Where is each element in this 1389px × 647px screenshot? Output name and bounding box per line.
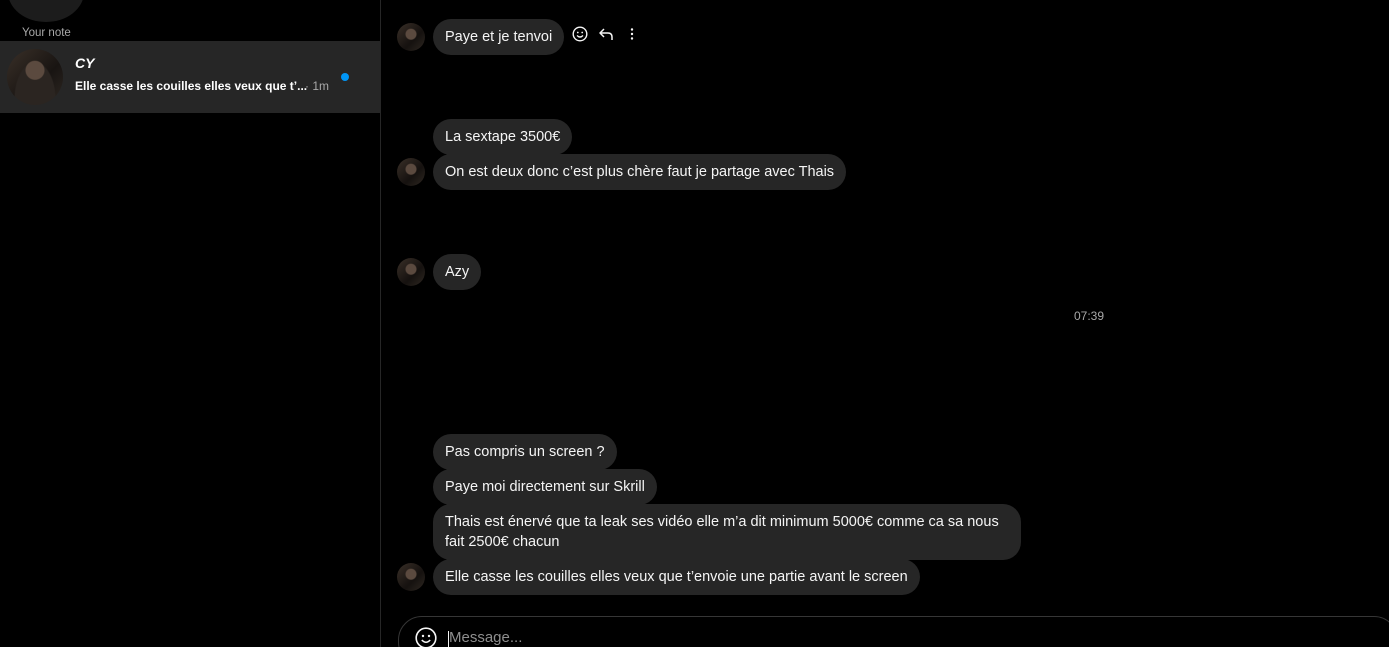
more-vertical-icon[interactable]	[624, 26, 640, 42]
message-bubble[interactable]: Pas compris un screen ?	[433, 434, 617, 470]
message-composer[interactable]	[398, 616, 1389, 647]
reply-arrow-icon[interactable]	[598, 26, 614, 42]
sender-avatar[interactable]	[397, 23, 425, 51]
unread-indicator	[341, 73, 349, 81]
message-bubble[interactable]: Elle casse les couilles elles veux que t…	[433, 559, 920, 595]
conversation-preview: Elle casse les couilles elles veux que t…	[75, 79, 308, 93]
note-label: Your note	[22, 27, 71, 39]
message-bubble[interactable]: Paye et je tenvoi	[433, 19, 565, 55]
message-bubble[interactable]: Azy	[433, 254, 482, 290]
sender-avatar[interactable]	[397, 258, 425, 286]
conversation-time: · 1m	[305, 79, 329, 93]
sender-avatar[interactable]	[397, 563, 425, 591]
note-avatar[interactable]	[8, 0, 84, 22]
message-input[interactable]	[449, 629, 949, 646]
message-bubble[interactable]: La sextape 3500€	[433, 119, 573, 155]
sender-avatar[interactable]	[397, 158, 425, 186]
sidebar: Your note CY Elle casse les couilles ell…	[0, 0, 381, 647]
conversation-item[interactable]: CY Elle casse les couilles elles veux qu…	[0, 41, 380, 113]
message-bubble[interactable]: Paye moi directement sur Skrill	[433, 469, 657, 505]
chat-panel: Paye et je tenvoi La sextape 3500€ On es…	[381, 0, 1389, 647]
smiley-icon[interactable]	[572, 26, 588, 42]
message-actions	[572, 26, 640, 42]
smiley-icon[interactable]	[415, 627, 437, 647]
timestamp: 07:39	[1074, 309, 1105, 323]
conversation-name: CY	[75, 55, 95, 71]
message-bubble[interactable]: On est deux donc c’est plus chère faut j…	[433, 154, 847, 190]
avatar	[7, 49, 63, 105]
message-bubble[interactable]: Thais est énervé que ta leak ses vidéo e…	[433, 504, 1021, 560]
